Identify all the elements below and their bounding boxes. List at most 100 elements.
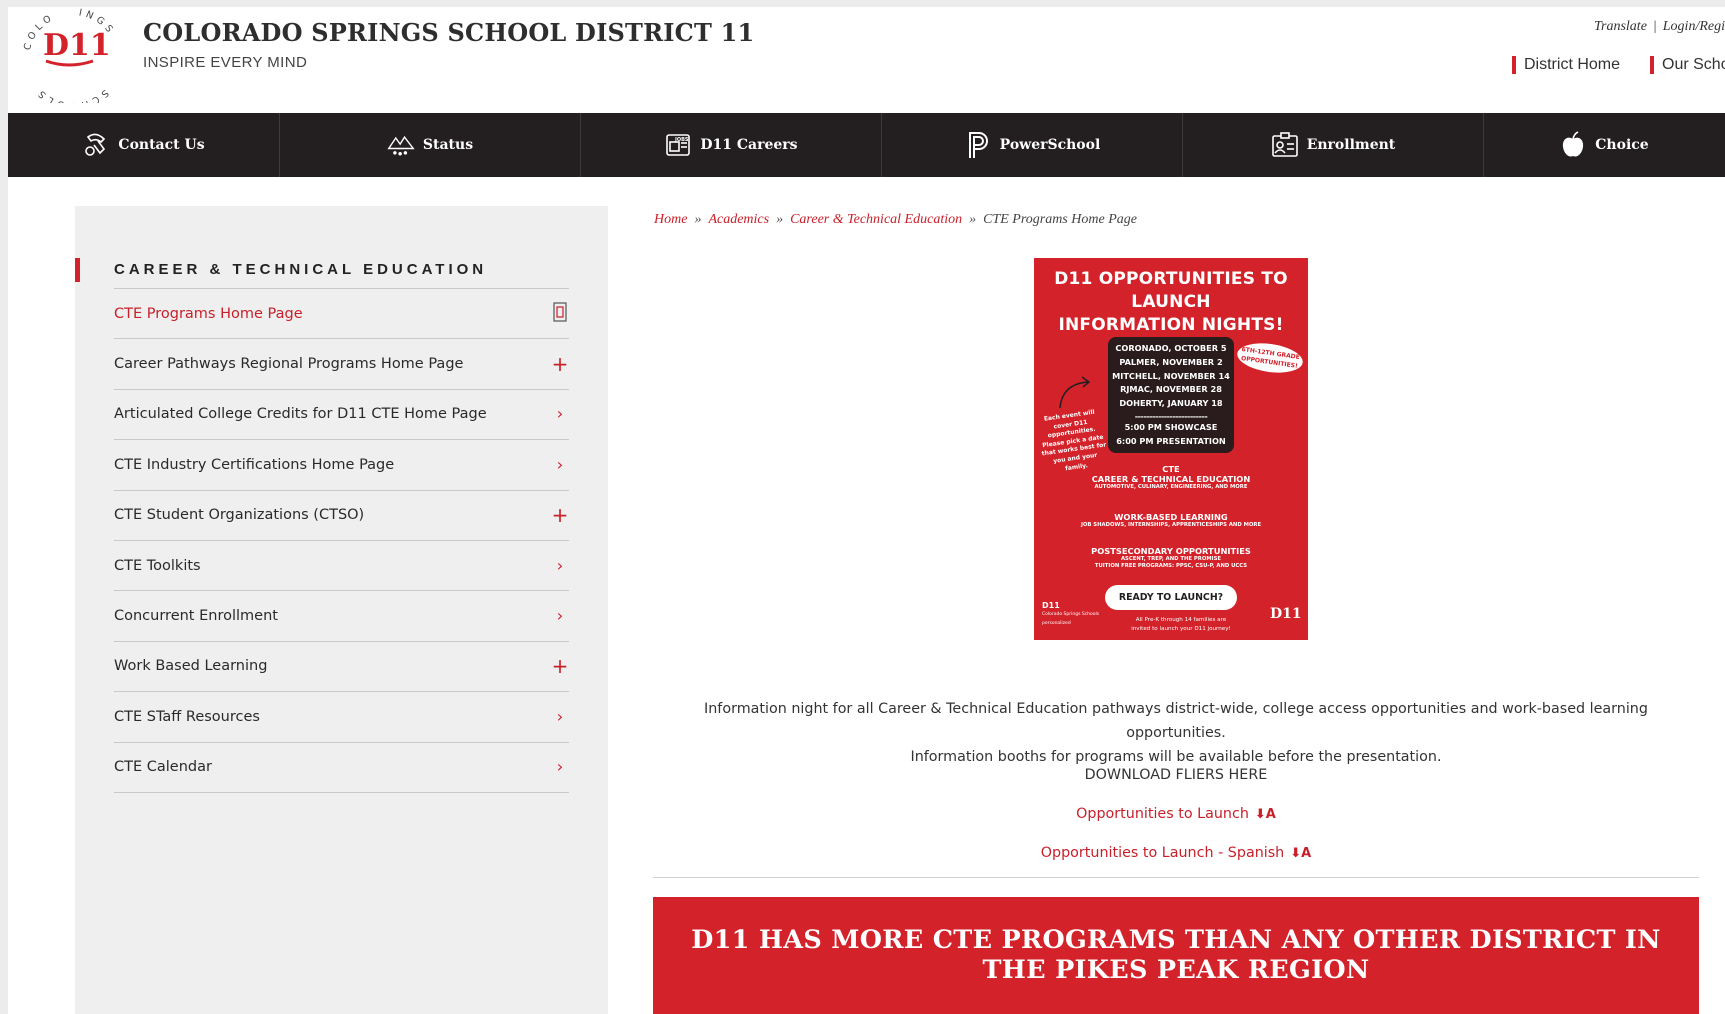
sidebar-item-label: CTE Calendar <box>114 759 212 776</box>
flyer-date: RJMAC, NOVEMBER 28 <box>1120 384 1222 395</box>
flyer-dates-box: CORONADO, OCTOBER 5 PALMER, NOVEMBER 2 M… <box>1108 337 1234 453</box>
flyer-section-title: POSTSECONDARY OPPORTUNITIES <box>1091 546 1251 556</box>
flyer-date: DOHERTY, JANUARY 18 <box>1119 398 1223 409</box>
main-nav: Contact Us Status JOBS D11 Careers Power… <box>8 113 1725 177</box>
flyer-date: CORONADO, OCTOBER 5 <box>1115 343 1227 353</box>
flyer-section-title: CAREER & TECHNICAL EDUCATION <box>1091 474 1251 484</box>
nav-label: D11 Careers <box>700 137 798 153</box>
breadcrumb-cte[interactable]: Career & Technical Education <box>790 212 962 227</box>
event-flyer-image[interactable]: D11 OPPORTUNITIES TO LAUNCH INFORMATION … <box>1034 258 1308 640</box>
sidebar-item-label: Career Pathways Regional Programs Home P… <box>114 356 464 373</box>
our-schools-link[interactable]: Our Scho <box>1650 56 1725 74</box>
expand-plus-icon[interactable]: + <box>551 656 569 676</box>
sidebar-nav: CTE Programs Home Page Career Pathways R… <box>114 288 569 793</box>
breadcrumb-current: CTE Programs Home Page <box>983 212 1137 227</box>
login-link[interactable]: Login/Regi <box>1663 19 1725 34</box>
sidebar-item-label: Work Based Learning <box>114 658 268 675</box>
flyer-date: MITCHELL, NOVEMBER 14 <box>1112 370 1230 381</box>
site-tagline: INSPIRE EVERY MIND <box>143 54 308 71</box>
sidebar-item-cte-toolkits[interactable]: CTE Toolkits › <box>114 541 569 592</box>
breadcrumb-academics[interactable]: Academics <box>708 212 769 227</box>
sidebar-item-concurrent-enrollment[interactable]: Concurrent Enrollment › <box>114 591 569 642</box>
apple-icon <box>1559 131 1587 159</box>
flyer-section-title: WORK-BASED LEARNING <box>1114 512 1228 522</box>
download-link-english[interactable]: Opportunities to Launch ⬇A <box>654 806 1698 822</box>
flyer-time: 5:00 PM SHOWCASE <box>1124 421 1218 432</box>
divider <box>653 877 1699 878</box>
page-frame: COLO INGS SCHOOLS D11 COLORADO SPRINGS S… <box>8 7 1725 1014</box>
sidebar-item-articulated-credits[interactable]: Articulated College Credits for D11 CTE … <box>114 390 569 441</box>
district-logo[interactable]: COLO INGS SCHOOLS D11 <box>14 7 132 111</box>
powerschool-icon <box>964 131 992 159</box>
flyer-time: 6:00 PM PRESENTATION <box>1116 435 1226 446</box>
sidebar-accent <box>75 258 80 282</box>
expand-plus-icon[interactable]: + <box>551 505 569 525</box>
expand-plus-icon[interactable]: + <box>551 354 569 374</box>
nav-label: Contact Us <box>118 137 205 153</box>
flyer-headline: D11 OPPORTUNITIES TO LAUNCH INFORMATION … <box>1034 268 1308 337</box>
breadcrumb-home[interactable]: Home <box>654 212 687 227</box>
flyer-arrow-icon <box>1059 376 1091 409</box>
nav-d11-careers[interactable]: JOBS D11 Careers <box>581 113 882 177</box>
chevron-right-icon: › <box>556 454 564 474</box>
nav-enrollment[interactable]: Enrollment <box>1183 113 1484 177</box>
sidebar-item-label: CTE Toolkits <box>114 557 201 574</box>
sidebar-item-cte-programs-home[interactable]: CTE Programs Home Page <box>114 289 569 340</box>
current-page-icon <box>551 302 569 326</box>
sidebar-item-staff-resources[interactable]: CTE STaff Resources › <box>114 692 569 743</box>
flyer-divider: ------------------------- <box>1134 410 1208 421</box>
flyer-section-sub: ASCENT, TREP, AND THE PROMISE <box>1120 556 1222 562</box>
jobs-icon: JOBS <box>664 131 692 159</box>
contact-icon <box>82 131 110 159</box>
sidebar-item-career-pathways[interactable]: Career Pathways Regional Programs Home P… <box>114 339 569 390</box>
top-links: District Home Our Scho <box>1512 56 1725 74</box>
sidebar-item-label: CTE STaff Resources <box>114 708 260 725</box>
description-line: Information booths for programs will be … <box>910 749 1442 765</box>
flyer-section: POSTSECONDARY OPPORTUNITIES ASCENT, TREP… <box>1034 546 1308 570</box>
sidebar-item-label: Concurrent Enrollment <box>114 608 278 625</box>
svg-text:JOBS: JOBS <box>674 137 689 143</box>
nav-choice[interactable]: Choice <box>1484 113 1724 177</box>
flyer-section-sub: AUTOMOTIVE, CULINARY, ENGINEERING, AND M… <box>1094 484 1248 490</box>
flyer-logo-mark: D11 <box>1042 601 1060 610</box>
translate-link[interactable]: Translate <box>1594 19 1647 34</box>
cte-banner: D11 HAS MORE CTE PROGRAMS THAN ANY OTHER… <box>653 897 1699 1014</box>
sidebar-item-label: CTE Programs Home Page <box>114 305 303 322</box>
chevron-right-icon: › <box>556 404 564 424</box>
breadcrumb: Home » Academics » Career & Technical Educat… <box>654 212 1137 228</box>
utility-separator: | <box>1652 19 1657 34</box>
sidebar-item-industry-certifications[interactable]: CTE Industry Certifications Home Page › <box>114 440 569 491</box>
chevron-right-icon: › <box>556 555 564 575</box>
svg-text:SCHOOLS: SCHOOLS <box>34 85 111 103</box>
flyer-section: CTE CAREER & TECHNICAL EDUCATION AUTOMOT… <box>1034 464 1308 491</box>
downloads-title: DOWNLOAD FLIERS HERE <box>1084 767 1268 783</box>
nav-powerschool[interactable]: PowerSchool <box>882 113 1183 177</box>
sidebar-item-label: CTE Student Organizations (CTSO) <box>114 507 365 524</box>
logo-mark: D11 <box>43 28 111 63</box>
flyer-date: PALMER, NOVEMBER 2 <box>1119 356 1223 367</box>
district-home-link[interactable]: District Home <box>1512 56 1620 74</box>
breadcrumb-separator: » <box>969 212 977 227</box>
sidebar-item-cte-calendar[interactable]: CTE Calendar › <box>114 743 569 793</box>
nav-contact-us[interactable]: Contact Us <box>8 113 280 177</box>
flyer-footer: All Pre-K through 14 families are invite… <box>1131 617 1231 632</box>
nav-label: Status <box>422 137 474 153</box>
flyer-logo-right: D11 <box>1270 606 1302 622</box>
nav-status[interactable]: Status <box>280 113 581 177</box>
sidebar: CAREER & TECHNICAL EDUCATION CTE Program… <box>75 206 608 1014</box>
breadcrumb-separator: » <box>694 212 702 227</box>
id-card-icon <box>1271 131 1299 159</box>
nav-label: PowerSchool <box>999 137 1101 153</box>
download-link-spanish[interactable]: Opportunities to Launch - Spanish ⬇A <box>654 845 1698 861</box>
description-line: Information night for all Career & Techn… <box>704 701 1648 741</box>
sidebar-item-label: CTE Industry Certifications Home Page <box>114 456 395 473</box>
download-link-label: Opportunities to Launch <box>1076 806 1249 822</box>
chevron-right-icon: › <box>556 606 564 626</box>
flyer-logo-text: Colorado Springs Schools <box>1042 612 1100 617</box>
sidebar-item-ctso[interactable]: CTE Student Organizations (CTSO) + <box>114 491 569 541</box>
flyer-logo-tag: personalized <box>1042 621 1071 626</box>
site-title[interactable]: COLORADO SPRINGS SCHOOL DISTRICT 11 <box>143 18 754 47</box>
flyer-grade-badge: 6TH-12TH GRADE OPPORTUNITIES! <box>1235 339 1305 377</box>
breadcrumb-separator: » <box>776 212 784 227</box>
sidebar-item-work-based-learning[interactable]: Work Based Learning + <box>114 642 569 693</box>
